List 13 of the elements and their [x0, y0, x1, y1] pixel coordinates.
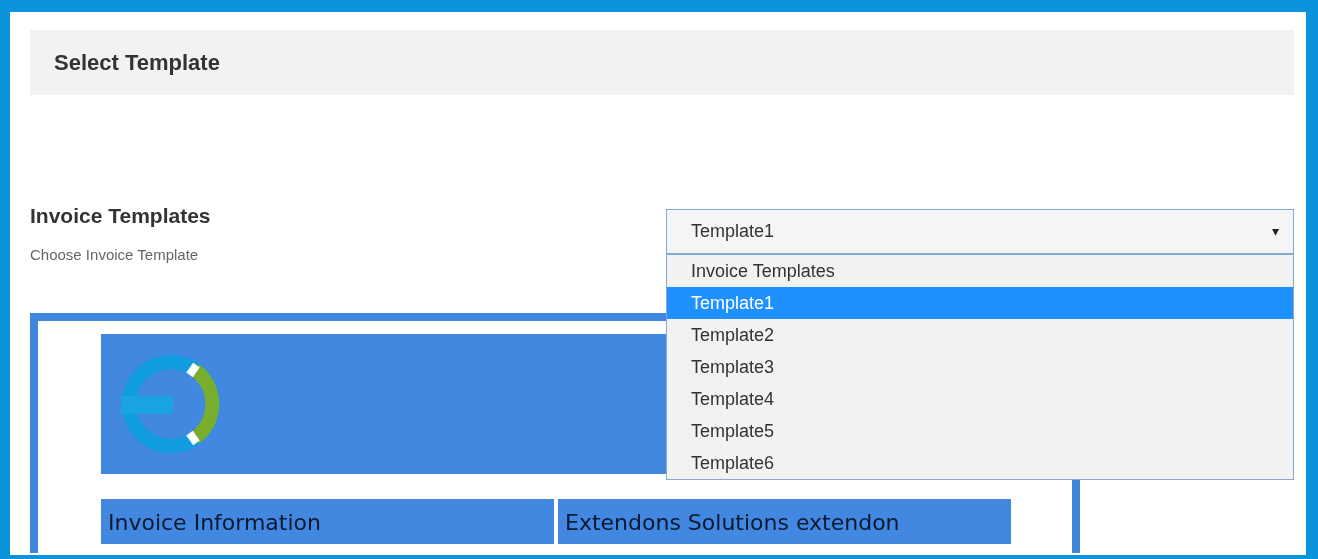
section-description: Choose Invoice Template: [30, 244, 200, 265]
section-title: Invoice Templates: [30, 203, 212, 229]
dropdown-option[interactable]: Template2: [667, 319, 1293, 351]
template-select[interactable]: Template1 ▾: [666, 209, 1294, 254]
dropdown-arrow-icon: ▾: [1272, 221, 1279, 242]
dropdown-option[interactable]: Template3: [667, 351, 1293, 383]
dropdown-option[interactable]: Template4: [667, 383, 1293, 415]
dropdown-option[interactable]: Invoice Templates: [667, 255, 1293, 287]
table-header-cell: Extendons Solutions extendon: [558, 499, 1011, 544]
dropdown-option[interactable]: Template6: [667, 447, 1293, 479]
page-title: Select Template: [54, 49, 220, 77]
dropdown-option[interactable]: Template5: [667, 415, 1293, 447]
table-header-cell: Invoice Information: [101, 499, 554, 544]
